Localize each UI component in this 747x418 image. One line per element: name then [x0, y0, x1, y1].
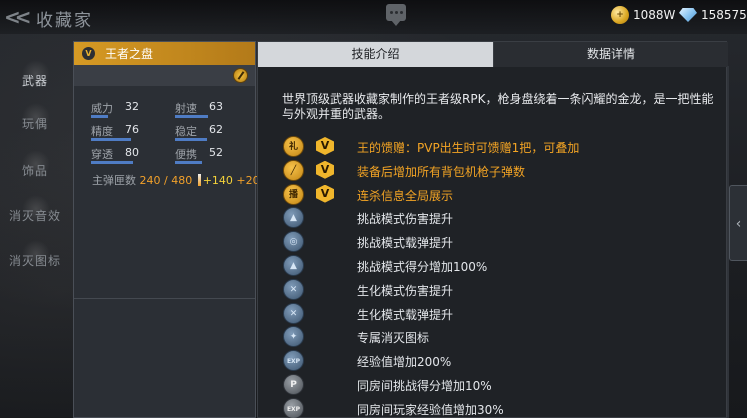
sidebar-item-accessories[interactable]: 饰品 [0, 150, 70, 179]
skill-text: 同房间挑战得分增加10% [357, 379, 492, 393]
vip-v-icon: V [316, 160, 334, 179]
skill-row: ▲ 挑战模式得分增加100% [283, 255, 723, 279]
broadcast-icon: 播 [283, 183, 304, 205]
magazine-icon [197, 174, 201, 186]
gift-icon: 礼 [283, 136, 304, 157]
skill-row: ✦ 专属消灭图标 [283, 326, 723, 350]
sidebar-item-kill-icons[interactable]: 消灭图标 [0, 240, 70, 269]
detail-panel: 技能介绍 数据详情 世界顶级武器收藏家制作的王者级RPK，枪身盘绕着一条闪耀的金… [257, 41, 728, 418]
bullet-icon: ╱ [283, 159, 304, 181]
skill-row: ╱ V 装备后增加所有背包机枪子弹数 [283, 159, 723, 184]
skill-row: 播 V 连杀信息全局展示 [283, 183, 723, 208]
skill-row: EXP 经验值增加200% [283, 350, 723, 374]
stat-bar [91, 138, 131, 141]
stat-portability: 便携 52 [175, 146, 231, 164]
skill-row: P 同房间挑战得分增加10% [283, 374, 723, 398]
stat-fire-rate: 射速 63 [175, 100, 231, 118]
page-title: 收藏家 [36, 11, 93, 31]
ammo-info: 主弹匣数 240 / 480 +140 +20 [92, 174, 260, 187]
skill-text: 同房间玩家经验值增加30% [357, 402, 504, 417]
skill-text: 挑战模式载弹提升 [357, 236, 454, 251]
tab-data-details[interactable]: 数据详情 [493, 42, 728, 67]
top-bar: << 收藏家 + 1088W 158575 [0, 0, 747, 34]
weapon-description: 世界顶级武器收藏家制作的王者级RPK，枪身盘绕着一条闪耀的金龙，是一把性能与外观… [282, 92, 714, 121]
diamond-currency[interactable]: 158575 [679, 5, 747, 25]
skill-row: ◎ 挑战模式载弹提升 [283, 231, 723, 255]
skill-text: 挑战模式得分增加100% [357, 260, 488, 274]
challenge-ammo-icon: ◎ [283, 231, 304, 253]
diamond-icon [679, 8, 697, 22]
kill-mark-icon: ✦ [283, 326, 304, 348]
stat-bar [175, 161, 202, 164]
tab-bar: 技能介绍 数据详情 [258, 42, 728, 67]
stat-penetration: 穿透 80 [91, 146, 147, 164]
challenge-damage-icon: ▲ [283, 207, 304, 229]
skill-text: 装备后增加所有背包机枪子弹数 [357, 164, 526, 179]
skill-row: ▲ 挑战模式伤害提升 [283, 207, 723, 231]
vip-v-icon: V [316, 184, 334, 203]
skill-row: ✕ 生化模式伤害提升 [283, 278, 723, 303]
weapon-name: 王者之盘 [105, 47, 154, 61]
diamond-amount: 158575 [701, 8, 747, 22]
chevron-double-left-icon[interactable]: << [4, 6, 32, 28]
skill-text: 生化模式载弹提升 [357, 307, 454, 322]
divider [74, 298, 255, 299]
ammo-bonus-1: +140 [202, 174, 233, 187]
vip-v-icon: V [316, 137, 334, 155]
room-score-icon: P [283, 374, 304, 395]
skill-text: 连杀信息全局展示 [357, 188, 454, 203]
stat-bar [91, 115, 108, 118]
chat-bubble-icon[interactable] [386, 4, 406, 26]
sidebar-item-kill-sounds[interactable]: 消灭音效 [0, 195, 70, 224]
gold-coin-icon: + [611, 6, 629, 24]
weapon-stats: 威力 32 射速 63 精度 76 稳定 62 穿透 80 便携 52 主弹匣数… [74, 86, 260, 206]
skill-row: EXP 同房间玩家经验值增加30% [283, 397, 723, 418]
weapon-header: V 王者之盘 [74, 42, 255, 65]
challenge-score-icon: ▲ [283, 255, 304, 276]
skill-text: 生化模式伤害提升 [357, 283, 454, 298]
stat-stability: 稳定 62 [175, 123, 231, 141]
sidebar-item-weapons[interactable]: 武器 [0, 60, 70, 89]
tab-skills[interactable]: 技能介绍 [258, 42, 493, 67]
skill-text: 挑战模式伤害提升 [357, 212, 454, 227]
gold-amount: 1088W [633, 8, 676, 22]
gold-badge-icon[interactable] [233, 68, 248, 83]
gold-currency[interactable]: + 1088W [611, 5, 675, 25]
collapse-panel-button[interactable]: ‹ [729, 185, 747, 261]
zombie-damage-icon: ✕ [283, 278, 304, 300]
weapon-subbar [74, 65, 255, 86]
skill-text: 王的馈赠：PVP出生时可馈赠1把，可叠加 [357, 141, 580, 155]
stat-power: 威力 32 [91, 100, 147, 118]
stat-bar [175, 138, 207, 141]
stat-bar [175, 115, 208, 118]
skill-text: 经验值增加200% [357, 355, 452, 370]
skill-row: 礼 V 王的馈赠：PVP出生时可馈赠1把，可叠加 [283, 136, 723, 160]
sidebar-item-dolls[interactable]: 玩偶 [0, 103, 70, 132]
weapon-panel: V 王者之盘 威力 32 射速 63 精度 76 稳定 62 穿透 80 便携 … [73, 41, 260, 418]
skill-row: ✕ 生化模式载弹提升 [283, 302, 723, 327]
rank-icon: V [82, 47, 95, 60]
skill-text: 专属消灭图标 [357, 331, 430, 346]
stat-accuracy: 精度 76 [91, 123, 147, 141]
exp-icon: EXP [283, 350, 304, 372]
stat-bar [91, 161, 133, 164]
ammo-current: 240 / 480 [139, 174, 193, 187]
room-exp-icon: EXP [283, 397, 304, 418]
zombie-ammo-icon: ✕ [283, 302, 304, 324]
